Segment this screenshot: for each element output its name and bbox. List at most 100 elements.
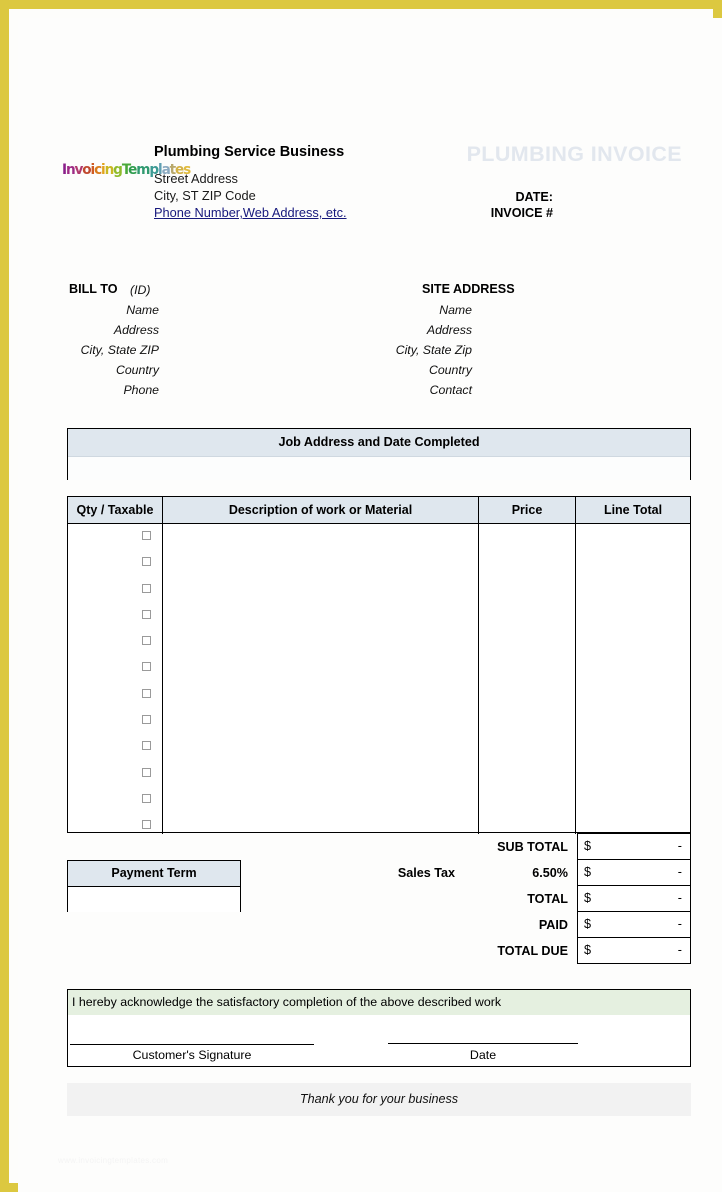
price-column[interactable] bbox=[479, 524, 576, 834]
logo-letter: v bbox=[74, 162, 84, 178]
table-row[interactable] bbox=[68, 761, 162, 787]
business-street-address: Street Address bbox=[154, 171, 238, 186]
job-address-input[interactable] bbox=[68, 457, 690, 480]
site-watermark: www.invoicingtemplates.com bbox=[58, 1156, 169, 1165]
page-border-frame: InvoicingTemplates Plumbing Service Busi… bbox=[0, 0, 722, 1192]
taxable-checkbox[interactable] bbox=[142, 609, 151, 619]
table-row[interactable] bbox=[68, 603, 162, 629]
business-contact-link[interactable]: Phone Number,Web Address, etc. bbox=[154, 205, 347, 220]
totals-section: SUB TOTAL $ - Sales Tax 6.50% $ - TOTAL $ - PAID $ -… bbox=[348, 833, 691, 964]
date-line[interactable] bbox=[388, 1043, 578, 1044]
currency-symbol: $ bbox=[584, 839, 592, 853]
job-address-section: Job Address and Date Completed bbox=[67, 428, 691, 480]
bill-to-country[interactable]: Country bbox=[18, 363, 159, 377]
invoice-number-label: INVOICE # bbox=[490, 206, 553, 220]
payment-term-heading: Payment Term bbox=[68, 861, 240, 887]
invoicing-templates-logo: InvoicingTemplates bbox=[62, 158, 191, 182]
taxable-checkbox[interactable] bbox=[142, 688, 151, 698]
site-address-heading: SITE ADDRESS bbox=[422, 282, 515, 296]
description-column[interactable] bbox=[163, 524, 479, 834]
logo-letter: m bbox=[136, 162, 150, 178]
date-caption: Date bbox=[469, 1048, 497, 1062]
taxable-checkbox[interactable] bbox=[142, 636, 151, 646]
bill-to-id-label: (ID) bbox=[130, 283, 151, 297]
totals-value-cell: $ - bbox=[577, 937, 691, 964]
table-row[interactable] bbox=[68, 813, 162, 839]
totals-spacer bbox=[348, 886, 463, 912]
site-address-name[interactable]: Name bbox=[328, 303, 472, 317]
invoice-sheet: InvoicingTemplates Plumbing Service Busi… bbox=[18, 18, 722, 1192]
totals-amount: - bbox=[677, 917, 682, 931]
payment-term-input[interactable] bbox=[68, 887, 240, 912]
taxable-checkbox[interactable] bbox=[142, 793, 151, 803]
column-header-description: Description of work or Material bbox=[163, 497, 479, 523]
table-row[interactable] bbox=[68, 787, 162, 813]
taxable-checkbox[interactable] bbox=[142, 583, 151, 593]
bill-to-city-state-zip[interactable]: City, State ZIP bbox=[18, 343, 159, 357]
logo-letter: g bbox=[113, 162, 123, 178]
totals-value-cell: $ - bbox=[577, 833, 691, 860]
currency-symbol: $ bbox=[584, 943, 592, 957]
line-items-table: Qty / Taxable Description of work or Mat… bbox=[67, 496, 691, 834]
totals-row: Sales Tax 6.50% $ - bbox=[348, 859, 691, 886]
bill-to-address[interactable]: Address bbox=[18, 323, 159, 337]
totals-row: TOTAL DUE $ - bbox=[348, 937, 691, 964]
acknowledgement-section: I hereby acknowledge the satisfactory co… bbox=[67, 989, 691, 1067]
sales-tax-rate[interactable]: 6.50% bbox=[463, 860, 577, 886]
table-row[interactable] bbox=[68, 577, 162, 603]
line-items-table-body bbox=[68, 524, 690, 834]
column-header-line-total: Line Total bbox=[603, 503, 663, 517]
signature-line[interactable] bbox=[70, 1044, 314, 1045]
taxable-checkbox[interactable] bbox=[142, 715, 151, 725]
taxable-checkbox[interactable] bbox=[142, 767, 151, 777]
totals-spacer bbox=[348, 938, 463, 964]
totals-row: TOTAL $ - bbox=[348, 885, 691, 912]
job-address-heading: Job Address and Date Completed bbox=[68, 429, 690, 457]
totals-label-total-due: TOTAL DUE bbox=[497, 944, 568, 958]
taxable-checkbox[interactable] bbox=[142, 557, 151, 567]
site-address-contact[interactable]: Contact bbox=[328, 383, 472, 397]
business-name: Plumbing Service Business bbox=[154, 144, 345, 160]
table-row[interactable] bbox=[68, 682, 162, 708]
site-address-city-state-zip[interactable]: City, State Zip bbox=[328, 343, 472, 357]
site-address-country[interactable]: Country bbox=[328, 363, 472, 377]
taxable-checkbox[interactable] bbox=[142, 820, 151, 830]
page-title: PLUMBING INVOICE bbox=[466, 142, 682, 166]
column-header-price: Price bbox=[479, 497, 576, 523]
table-row[interactable] bbox=[68, 655, 162, 681]
totals-label-total: TOTAL bbox=[527, 892, 568, 906]
site-address-address[interactable]: Address bbox=[328, 323, 472, 337]
totals-label-sub-total: SUB TOTAL bbox=[497, 840, 568, 854]
table-row[interactable] bbox=[68, 629, 162, 655]
column-header-qty-taxable: Qty / Taxable bbox=[68, 497, 163, 523]
table-row[interactable] bbox=[68, 550, 162, 576]
table-row[interactable] bbox=[68, 734, 162, 760]
currency-symbol: $ bbox=[584, 917, 592, 931]
table-row[interactable] bbox=[68, 524, 162, 550]
logo-letter: c bbox=[94, 162, 102, 178]
business-city-state-zip: City, ST ZIP Code bbox=[154, 188, 256, 203]
totals-spacer bbox=[348, 912, 463, 938]
taxable-checkbox[interactable] bbox=[142, 531, 151, 540]
bill-to-heading: BILL TO bbox=[69, 282, 118, 296]
line-total-column[interactable] bbox=[576, 524, 690, 834]
logo-letter: e bbox=[128, 162, 137, 178]
table-row[interactable] bbox=[68, 708, 162, 734]
bill-to-phone[interactable]: Phone bbox=[18, 383, 159, 397]
qty-taxable-column bbox=[68, 524, 163, 834]
totals-row: PAID $ - bbox=[348, 911, 691, 938]
totals-value-cell: $ - bbox=[577, 911, 691, 938]
thank-you-message: Thank you for your business bbox=[67, 1083, 691, 1116]
taxable-checkbox[interactable] bbox=[142, 741, 151, 751]
totals-amount: - bbox=[677, 943, 682, 957]
acknowledgement-text: I hereby acknowledge the satisfactory co… bbox=[68, 990, 690, 1015]
totals-amount: - bbox=[677, 865, 682, 879]
currency-symbol: $ bbox=[584, 891, 592, 905]
bill-to-name[interactable]: Name bbox=[18, 303, 159, 317]
taxable-checkbox[interactable] bbox=[142, 662, 151, 672]
line-items-table-header: Qty / Taxable Description of work or Mat… bbox=[68, 497, 690, 524]
signature-caption: Customer's Signature bbox=[132, 1048, 252, 1062]
totals-amount: - bbox=[677, 839, 682, 853]
totals-value-cell: $ - bbox=[577, 859, 691, 886]
currency-symbol: $ bbox=[584, 865, 592, 879]
